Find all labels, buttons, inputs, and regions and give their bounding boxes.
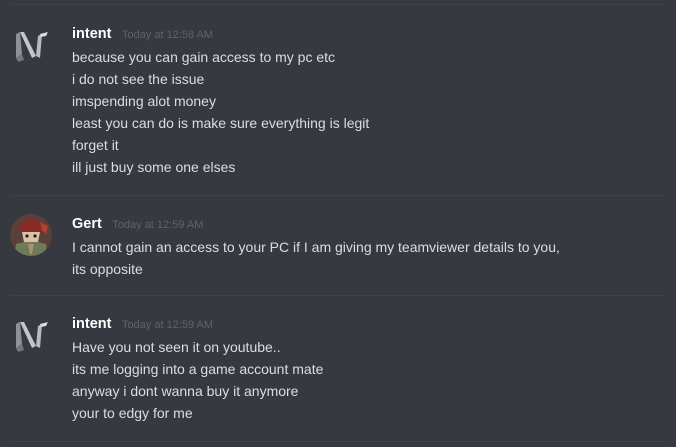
message-line: i do not see the issue xyxy=(72,71,205,87)
username[interactable]: Gert xyxy=(72,216,102,232)
message-divider xyxy=(10,295,664,296)
message-body: I cannot gain an access to your PC if I … xyxy=(72,236,656,280)
n-letter-logo-avatar-icon[interactable] xyxy=(10,24,52,66)
message-body: because you can gain access to my pc etc… xyxy=(72,46,656,178)
message-line: because you can gain access to my pc etc xyxy=(72,49,336,65)
message-line: imspending alot money xyxy=(72,93,216,109)
message-divider xyxy=(10,195,664,196)
username[interactable]: intent xyxy=(72,26,111,42)
message-line: Have you not seen it on youtube.. xyxy=(72,339,281,355)
message-line: I cannot gain an access to your PC if I … xyxy=(72,239,560,277)
message-header: intent Today at 12:58 AM xyxy=(72,24,656,44)
message-divider xyxy=(10,4,664,5)
message-line: your to edgy for me xyxy=(72,405,193,421)
message-line: ill just buy some one elses xyxy=(72,159,236,175)
timestamp: Today at 12:59 AM xyxy=(112,219,204,231)
n-letter-logo-avatar-icon[interactable] xyxy=(10,314,52,356)
message-body: Have you not seen it on youtube.. its me… xyxy=(72,336,656,424)
timestamp: Today at 12:58 AM xyxy=(121,29,214,41)
message-line: least you can do is make sure everything… xyxy=(72,115,370,131)
username[interactable]: intent xyxy=(72,316,111,332)
timestamp: Today at 12:59 AM xyxy=(121,319,214,331)
message-line: its me logging into a game account mate xyxy=(72,361,324,377)
message-header: intent Today at 12:59 AM xyxy=(72,314,656,334)
message-line: forget it xyxy=(72,137,119,153)
chat-message-list: intent Today at 12:58 AM because you can… xyxy=(0,0,676,447)
message-header: Gert Today at 12:59 AM xyxy=(72,214,656,234)
character-portrait-avatar-icon[interactable] xyxy=(10,214,52,256)
message-divider xyxy=(10,441,664,442)
message-line: anyway i dont wanna buy it anymore xyxy=(72,383,299,399)
